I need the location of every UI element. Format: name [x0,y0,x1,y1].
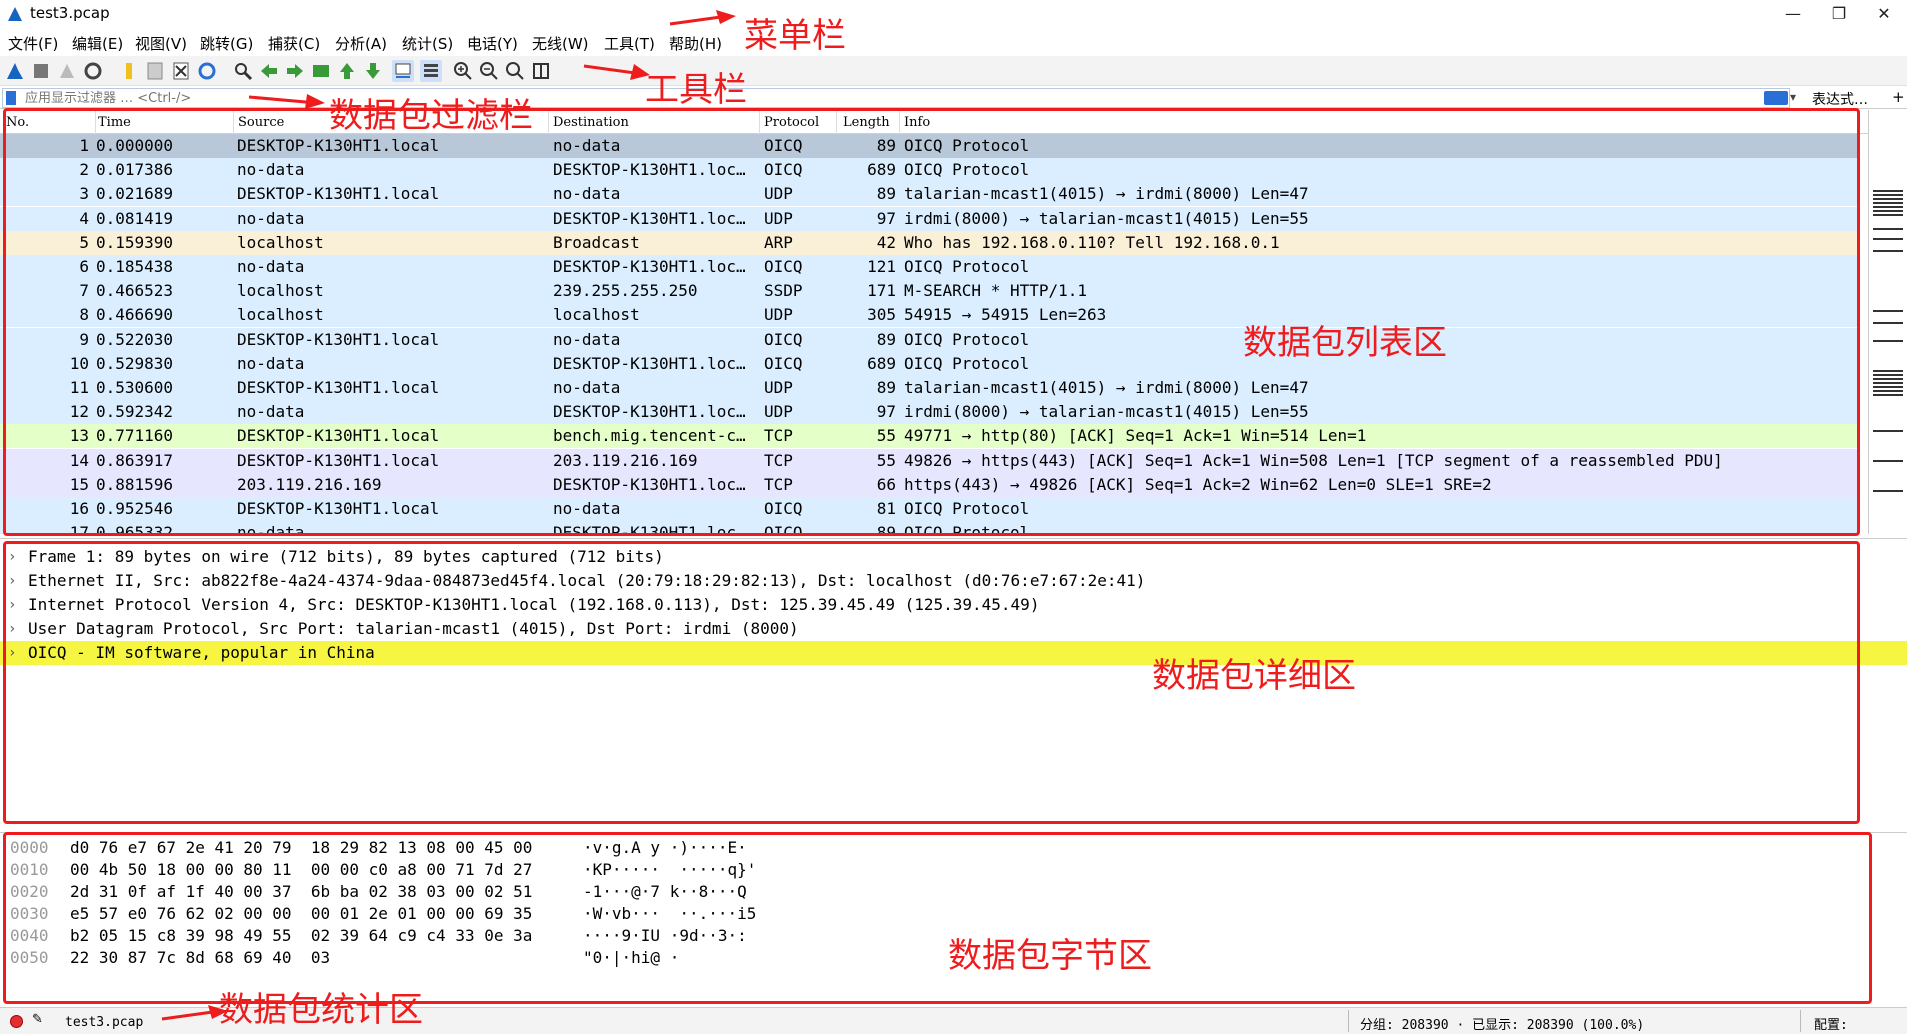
annotation-toolbar: 工具栏 [645,70,747,110]
window-title: test3.pcap [30,4,110,22]
autoscroll-icon[interactable] [392,60,414,82]
go-first-icon[interactable] [336,60,358,82]
packet-bytes-highlight-box [3,832,1872,1004]
zoom-in-icon[interactable] [452,60,474,82]
annotation-details: 数据包详细区 [1152,656,1356,696]
open-file-icon[interactable] [118,60,140,82]
menu-telephony[interactable]: 电话(Y) [467,33,518,54]
capture-options-icon[interactable] [82,60,104,82]
go-back-icon[interactable] [258,60,280,82]
go-forward-icon[interactable] [284,60,306,82]
find-packet-icon[interactable] [232,60,254,82]
start-capture-icon[interactable] [4,60,26,82]
status-profile[interactable]: 配置: Default [1814,1014,1907,1034]
annotation-list: 数据包列表区 [1243,323,1447,363]
menu-statistics[interactable]: 统计(S) [402,33,453,54]
colorize-icon[interactable] [420,60,442,82]
restart-capture-icon[interactable] [56,60,78,82]
annotation-stats: 数据包统计区 [219,990,423,1030]
status-file-name: test3.pcap [65,1015,144,1030]
stop-capture-icon[interactable] [30,60,52,82]
menu-view[interactable]: 视图(V) [135,33,187,54]
go-to-packet-icon[interactable] [310,60,332,82]
menu-bar: 文件(F) 编辑(E) 视图(V) 跳转(G) 捕获(C) 分析(A) 统计(S… [0,30,1907,56]
menu-capture[interactable]: 捕获(C) [268,33,320,54]
toolbar [0,56,1907,86]
expert-info-icon[interactable] [10,1015,23,1028]
packet-list-highlight-box [3,108,1860,536]
menu-edit[interactable]: 编辑(E) [72,33,123,54]
reload-file-icon[interactable] [196,60,218,82]
filter-dropdown-icon[interactable]: ▾ [1790,90,1796,104]
filter-bookmark-icon[interactable] [6,91,16,105]
filterbar-arrow-icon [248,94,325,109]
menubar-arrow-icon [669,10,736,26]
zoom-out-icon[interactable] [478,60,500,82]
capture-comment-icon[interactable]: ✎ [32,1012,43,1027]
add-filter-button[interactable]: + [1892,88,1905,106]
menu-file[interactable]: 文件(F) [8,33,58,54]
apply-filter-icon[interactable] [1764,91,1788,105]
annotation-bytes: 数据包字节区 [948,936,1152,976]
annotation-filterbar: 数据包过滤栏 [329,96,533,136]
expression-button[interactable]: 表达式… [1812,89,1868,109]
maximize-button[interactable]: ❐ [1816,0,1862,30]
packet-minimap[interactable] [1868,110,1907,534]
menu-help[interactable]: 帮助(H) [669,33,722,54]
packet-details-highlight-box [3,541,1860,824]
save-file-icon[interactable] [144,60,166,82]
menu-go[interactable]: 跳转(G) [200,33,253,54]
wireshark-logo-icon [8,7,22,21]
go-last-icon[interactable] [362,60,384,82]
annotation-menubar: 菜单栏 [744,16,846,56]
toolbar-arrow-icon [583,64,650,80]
title-bar: test3.pcap — ❐ ✕ [0,0,1907,30]
close-file-icon[interactable] [170,60,192,82]
status-packet-stats: 分组: 208390 · 已显示: 208390 (100.0%) [1360,1018,1645,1033]
menu-wireless[interactable]: 无线(W) [532,33,589,54]
close-button[interactable]: ✕ [1861,0,1907,30]
resize-columns-icon[interactable] [530,60,552,82]
zoom-normal-icon[interactable] [504,60,526,82]
minimize-button[interactable]: — [1770,0,1816,30]
menu-analyze[interactable]: 分析(A) [335,33,387,54]
menu-tools[interactable]: 工具(T) [604,33,655,54]
